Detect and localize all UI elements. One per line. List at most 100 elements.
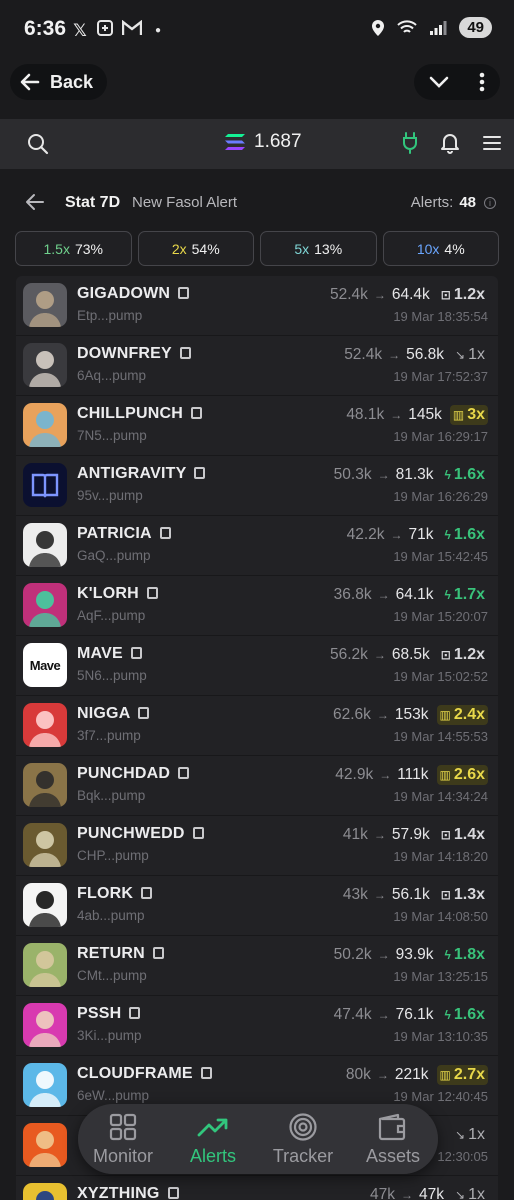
token-avatar: [23, 283, 67, 327]
more-vert-icon[interactable]: [479, 72, 485, 92]
alert-row[interactable]: RETURN CMt...pump 50.2k → 93.9k ϟ 1.8x 19 Mar 1…: [16, 936, 498, 996]
copy-icon[interactable]: [138, 707, 150, 719]
token-address: CHP...pump: [77, 848, 149, 863]
token-avatar: [23, 343, 67, 387]
nav-monitor[interactable]: Monitor: [80, 1112, 166, 1167]
market-cap-change: ↘ 1x: [450, 1125, 488, 1145]
stat-title: Stat 7D: [65, 194, 121, 211]
badge-value: 1x: [468, 346, 485, 363]
copy-icon[interactable]: [191, 407, 202, 419]
filter-pill-10x[interactable]: 10x 4%: [382, 231, 499, 266]
arrow-right-icon: →: [377, 1008, 390, 1022]
token-name-row: NIGGA: [77, 705, 150, 723]
sol-balance[interactable]: 1.687: [224, 131, 302, 153]
chevron-down-icon[interactable]: [429, 76, 449, 88]
token-address: 6eW...pump: [77, 1088, 150, 1103]
badge-value: 1.2x: [453, 646, 485, 663]
badge-icon: ▥: [439, 1068, 451, 1082]
token-avatar: [23, 583, 67, 627]
copy-icon[interactable]: [192, 827, 204, 839]
pill-pct: 4%: [444, 240, 465, 257]
mc-end: 221k: [394, 1066, 429, 1083]
token-name: PUNCHDAD: [77, 765, 171, 782]
alert-row[interactable]: PATRICIA GaQ...pump 42.2k → 71k ϟ 1.6x 19 Mar 1…: [16, 516, 498, 576]
alert-row[interactable]: PUNCHWEDD CHP...pump 41k → 57.9k ⊡ 1.4x 19 Mar …: [16, 816, 498, 876]
copy-icon[interactable]: [179, 347, 191, 359]
solana-icon: [225, 134, 245, 150]
token-address: CMt...pump: [77, 968, 147, 983]
badge-icon: ϟ: [444, 468, 451, 482]
market-cap-change: 50.3k → 81.3k ϟ 1.6x: [334, 465, 488, 485]
token-name-row: K'LORH: [77, 585, 158, 603]
copy-icon[interactable]: [178, 287, 190, 299]
alert-row[interactable]: PUNCHDAD Bqk...pump 42.9k → 111k ▥ 2.6x 19 Mar …: [16, 756, 498, 816]
monitor-grid-icon: [109, 1113, 137, 1140]
arrow-right-icon: →: [379, 768, 392, 782]
token-name: DOWNFREY: [77, 345, 172, 362]
nav-assets[interactable]: Assets: [350, 1112, 436, 1167]
market-cap-change: 36.8k → 64.1k ϟ 1.7x: [334, 585, 488, 605]
arrow-right-icon: →: [373, 288, 386, 302]
alert-row[interactable]: DOWNFREY 6Aq...pump 52.4k → 56.8k ↘ 1x 19 Mar 1…: [16, 336, 498, 396]
alert-row[interactable]: PSSH 3Ki...pump 47.4k → 76.1k ϟ 1.6x 19 Mar 13:…: [16, 996, 498, 1056]
badge-value: 3x: [467, 406, 485, 423]
market-cap-change: 41k → 57.9k ⊡ 1.4x: [343, 825, 488, 845]
alert-timestamp: 19 Mar 13:25:15: [393, 969, 488, 984]
alert-row[interactable]: Mave MAVE 5N6...pump 56.2k → 68.5k ⊡ 1.2x 19 Mar…: [16, 636, 498, 696]
market-cap-change: 56.2k → 68.5k ⊡ 1.2x: [330, 645, 488, 665]
badge-icon: ϟ: [444, 588, 451, 602]
alert-timestamp: 19 Mar 14:08:50: [393, 909, 488, 924]
search-icon[interactable]: [27, 133, 49, 155]
filter-pill-2x[interactable]: 2x 54%: [137, 231, 254, 266]
copy-icon[interactable]: [129, 1007, 141, 1019]
multiplier-badge: ⊡ 1.2x: [438, 645, 488, 665]
alert-row[interactable]: CHILLPUNCH 7N5...pump 48.1k → 145k ▥ 3x 19 Mar …: [16, 396, 498, 456]
alert-row[interactable]: XYZTHING 47k → 47k ↘ 1x: [16, 1176, 498, 1200]
avatar-image: [29, 771, 61, 807]
menu-icon[interactable]: [482, 135, 502, 151]
token-address: Bqk...pump: [77, 788, 146, 803]
copy-icon[interactable]: [130, 647, 142, 659]
location-icon: [372, 19, 385, 36]
mc-end: 145k: [408, 406, 442, 423]
alert-timestamp: 19 Mar 16:29:17: [393, 429, 488, 444]
system-icons: 49: [371, 17, 492, 38]
nav-tracker[interactable]: Tracker: [260, 1112, 346, 1167]
alert-row[interactable]: ANTIGRAVITY 95v...pump 50.3k → 81.3k ϟ 1.6x 19 …: [16, 456, 498, 516]
pill-mult: 1.5x: [43, 240, 70, 257]
arrow-left-icon[interactable]: [25, 193, 45, 211]
badge-icon: ⊡: [440, 888, 451, 902]
copy-icon[interactable]: [200, 1067, 212, 1079]
copy-icon[interactable]: [167, 1187, 179, 1199]
token-name-row: GIGADOWN: [77, 285, 190, 303]
token-name: MAVE: [77, 645, 123, 662]
back-button[interactable]: Back: [10, 64, 108, 100]
filter-pill-1-5x[interactable]: 1.5x 73%: [15, 231, 132, 266]
info-icon[interactable]: i: [484, 197, 496, 209]
alert-row[interactable]: NIGGA 3f7...pump 62.6k → 153k ▥ 2.4x 19 Mar 14:…: [16, 696, 498, 756]
copy-icon[interactable]: [159, 527, 171, 539]
mc-start: 52.4k: [344, 346, 383, 363]
copy-icon[interactable]: [146, 587, 158, 599]
plug-icon[interactable]: [402, 132, 418, 154]
back-label: Back: [50, 71, 94, 92]
multiplier-badge: ⊡ 1.4x: [438, 825, 488, 845]
alert-row[interactable]: GIGADOWN Etp...pump 52.4k → 64.4k ⊡ 1.2x 19 Mar…: [16, 276, 498, 336]
badge-icon: ϟ: [444, 528, 451, 542]
pill-pct: 73%: [74, 240, 103, 257]
mc-start: 52.4k: [329, 286, 368, 303]
token-address: 4ab...pump: [77, 908, 145, 923]
copy-icon[interactable]: [141, 887, 153, 899]
alert-row[interactable]: FLORK 4ab...pump 43k → 56.1k ⊡ 1.3x 19 Mar 14:0…: [16, 876, 498, 936]
copy-icon[interactable]: [194, 467, 206, 479]
filter-pill-5x[interactable]: 5x 13%: [260, 231, 377, 266]
copy-icon[interactable]: [152, 947, 164, 959]
copy-icon[interactable]: [178, 767, 190, 779]
alert-row[interactable]: K'LORH AqF...pump 36.8k → 64.1k ϟ 1.7x 19 Mar 1…: [16, 576, 498, 636]
bell-icon[interactable]: [440, 132, 460, 154]
token-avatar: [23, 823, 67, 867]
token-name: PSSH: [77, 1005, 122, 1022]
badge-value: 2.7x: [453, 1066, 485, 1083]
nav-alerts[interactable]: Alerts: [170, 1112, 256, 1167]
avatar-image: [29, 531, 61, 567]
